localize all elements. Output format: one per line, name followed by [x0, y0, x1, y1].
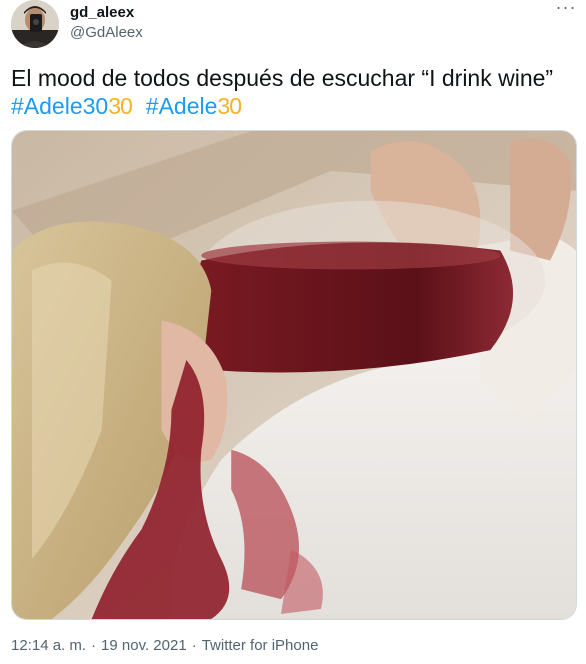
tweet-card: gd_aleex @GdAleex ··· El mood de todos d… [0, 0, 586, 664]
tweet-body: El mood de todos después de escuchar “I … [11, 65, 554, 91]
hashtag-link[interactable]: #Adele30 [11, 93, 108, 119]
meta-separator: · [91, 637, 97, 654]
avatar[interactable] [11, 0, 59, 48]
tweet-metadata: 12:14 a. m. · 19 nov. 2021 · Twitter for iPh… [11, 637, 318, 654]
author-display-name[interactable]: gd_aleex [70, 4, 134, 21]
adele-30-emoji-icon: 30 [217, 93, 242, 119]
photo-woman-drinking-wine [12, 131, 576, 619]
more-horizontal-icon[interactable]: ··· [552, 0, 580, 20]
meta-separator: · [191, 637, 197, 654]
hashtag-link[interactable]: #Adele [146, 93, 218, 119]
tweet-source[interactable]: Twitter for iPhone [202, 637, 319, 654]
author-handle[interactable]: @GdAleex [70, 24, 143, 41]
hashtag-line: #Adele3030 #Adele30 [11, 92, 577, 120]
tweet-photo[interactable] [11, 130, 577, 620]
adele-30-emoji-icon: 30 [108, 93, 133, 119]
avatar-image [11, 0, 59, 48]
tweet-text: El mood de todos después de escuchar “I … [11, 64, 577, 120]
tweet-time[interactable]: 12:14 a. m. [11, 637, 86, 654]
tweet-date[interactable]: 19 nov. 2021 [101, 637, 187, 654]
